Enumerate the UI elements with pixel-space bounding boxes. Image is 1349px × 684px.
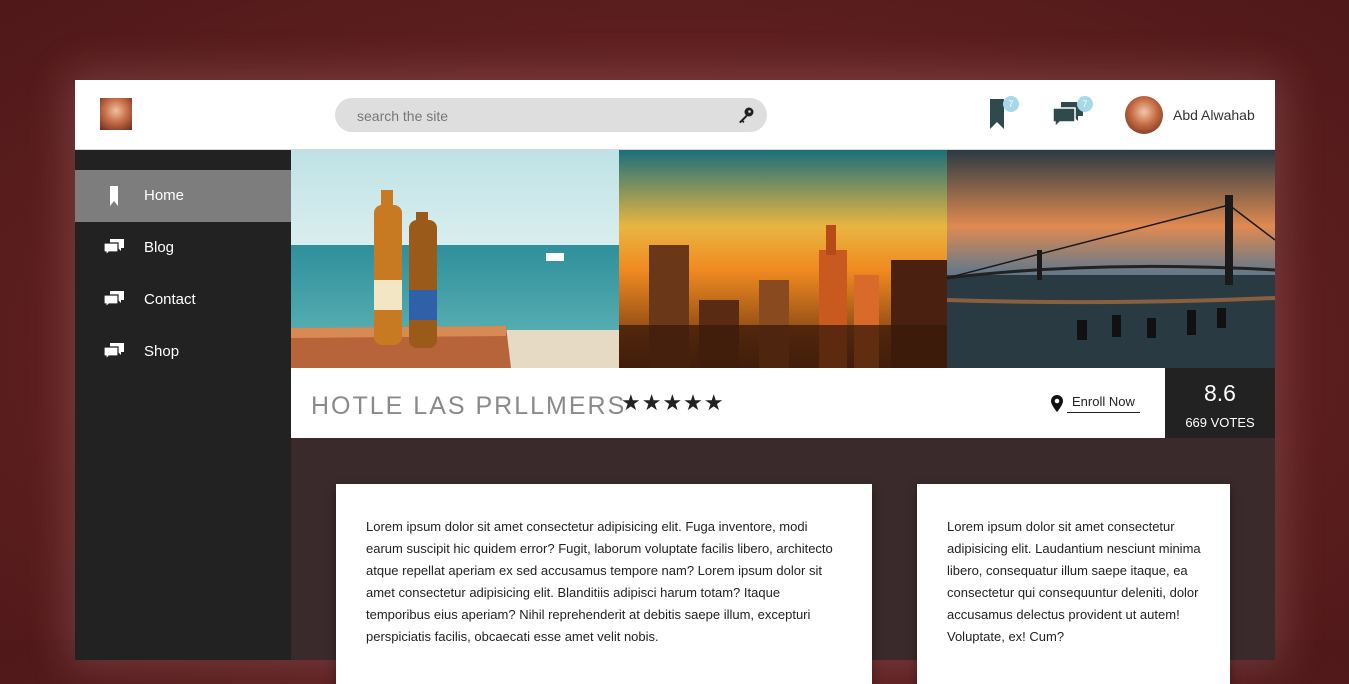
messages-badge: 7 [1077,96,1093,112]
bookmark-icon [110,186,118,206]
bridge-sunset-photo[interactable] [947,150,1275,368]
hotel-name: HOTLE LAS PRLLMERS [311,392,627,420]
bookmarks-button[interactable]: 7 [987,96,1019,130]
logo-avatar[interactable] [100,98,132,130]
card-text: Lorem ipsum dolor sit amet consectetur a… [947,519,1201,644]
top-header: 7 7 Abd Alwahab [75,80,1275,150]
search-input[interactable] [355,98,729,134]
sidebar-item-contact[interactable]: Contact [75,274,291,326]
location-pin-icon[interactable] [1051,395,1063,412]
bookmark-badge: 7 [1003,96,1019,112]
key-icon[interactable] [737,106,755,124]
chat-icon [103,343,124,361]
star-rating: ★★★★★ [621,390,725,415]
rating-score: 8.6 [1204,380,1236,406]
sidebar-item-label: Shop [144,343,180,360]
beach-beer-photo[interactable] [291,150,619,368]
hotel-info-bar: HOTLE LAS PRLLMERS ★★★★★ Enroll Now [291,368,1165,438]
sidebar-item-label: Contact [144,291,196,308]
vote-count: 669 VOTES [1185,415,1255,430]
city-sunset-image [619,150,947,368]
sidebar-item-label: Home [144,187,185,204]
user-name[interactable]: Abd Alwahab [1173,107,1255,123]
sidebar-item-shop[interactable]: Shop [75,326,291,378]
chat-icon [103,291,124,309]
sidebar: Home Blog Contact Shop [75,150,291,660]
sidebar-item-label: Blog [144,239,175,256]
city-sunset-photo[interactable] [619,150,947,368]
score-box: 8.6 669 VOTES [1165,368,1275,438]
bridge-sunset-image [947,150,1275,368]
beach-beer-image [291,150,619,368]
enroll-now-link[interactable]: Enroll Now [1067,394,1140,413]
sidebar-item-blog[interactable]: Blog [75,222,291,274]
search-bar [335,98,767,134]
messages-button[interactable]: 7 [1051,96,1093,130]
user-avatar[interactable] [1125,96,1163,134]
content-card: Lorem ipsum dolor sit amet consectetur a… [917,484,1230,684]
card-text: Lorem ipsum dolor sit amet consectetur a… [366,519,833,644]
sidebar-item-home[interactable]: Home [75,170,291,222]
app-window: 7 7 Abd Alwahab Home Blog [75,80,1275,684]
content-card: Lorem ipsum dolor sit amet consectetur a… [336,484,872,684]
chat-icon [103,239,124,257]
